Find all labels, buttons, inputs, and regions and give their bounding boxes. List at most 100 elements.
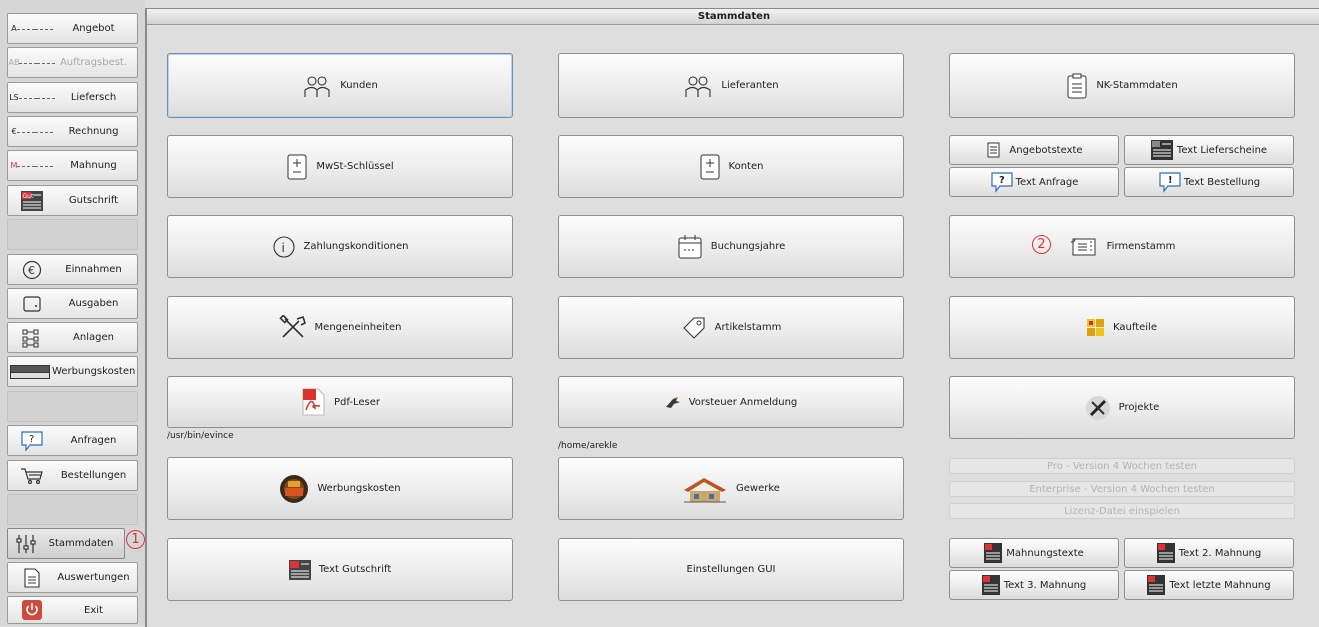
sidebar-item-werbungskosten[interactable]: Werbungskosten <box>7 356 138 387</box>
button-label: Pdf-Leser <box>334 396 380 408</box>
sidebar-item-bestellungen[interactable]: Bestellungen <box>7 460 138 491</box>
sidebar-item-liefersch[interactable]: LS Liefersch <box>7 82 138 113</box>
lieferanten-button[interactable]: Lieferanten <box>558 53 904 118</box>
sidebar-item-gutschrift[interactable]: Gut Gutschrift <box>7 185 138 216</box>
sidebar-item-anlagen[interactable]: Anlagen <box>7 322 138 353</box>
ruler-pencil-icon <box>1085 395 1111 421</box>
mahnung-document-icon <box>981 575 1000 595</box>
vorsteuer-anmeldung-button[interactable]: Vorsteuer Anmeldung <box>558 376 904 428</box>
text-3-mahnung-button[interactable]: Text 3. Mahnung <box>949 570 1119 600</box>
sidebar-item-mahnung[interactable]: M Mahnung <box>7 150 138 181</box>
sidebar-item-label: Liefersch <box>70 92 117 103</box>
annotation-marker-1: 1 <box>126 530 145 549</box>
sidebar-item-label: Stammdaten <box>48 538 114 549</box>
sliders-icon <box>8 534 44 554</box>
mahnung-document-icon <box>1156 543 1175 563</box>
sidebar-item-ausgaben[interactable]: Ausgaben <box>7 288 138 319</box>
annotation-marker-2: 2 <box>1032 235 1051 254</box>
werbungskosten-logo-icon <box>10 364 50 379</box>
button-label: Text Anfrage <box>1015 176 1079 188</box>
plus-minus-document-icon <box>699 154 721 180</box>
text-2-mahnung-button[interactable]: Text 2. Mahnung <box>1124 538 1294 568</box>
vorsteuer-path: /home/arekle <box>558 441 618 451</box>
gutschrift-icon <box>288 559 311 580</box>
button-label: Firmenstamm <box>1106 241 1176 252</box>
mengeneinheiten-button[interactable]: Mengeneinheiten <box>167 296 513 359</box>
button-label: Lizenz-Datei einspielen <box>1064 505 1180 517</box>
sidebar-item-label: Exit <box>84 604 103 616</box>
artikelstamm-button[interactable]: Artikelstamm <box>558 296 904 359</box>
mwst-schluessel-button[interactable]: MwSt-Schlüssel <box>167 135 513 198</box>
kunden-button[interactable]: Kunden <box>167 53 513 118</box>
euro-document-icon: € <box>8 127 56 136</box>
gewerke-button[interactable]: Gewerke <box>558 457 904 520</box>
button-label: Text Gutschrift <box>318 564 392 575</box>
pro-version-button[interactable]: Pro - Version 4 Wochen testen <box>949 458 1295 474</box>
sidebar-item-auswertungen[interactable]: Auswertungen <box>7 562 138 593</box>
wallet-icon <box>8 295 56 313</box>
text-gutschrift-button[interactable]: Text Gutschrift <box>167 538 513 601</box>
button-label: Artikelstamm <box>714 322 782 333</box>
parts-grid-icon <box>1087 318 1105 337</box>
sidebar-item-label: Ausgaben <box>68 298 119 309</box>
mahnungstexte-button[interactable]: Mahnungstexte <box>949 538 1119 568</box>
button-label: Mahnungstexte <box>1006 547 1084 559</box>
mahnung-document-icon <box>1147 575 1166 595</box>
button-label: Angebotstexte <box>1009 144 1083 156</box>
sidebar-item-rechnung[interactable]: € Rechnung <box>7 116 138 147</box>
sidebar-item-label: Anlagen <box>73 332 114 343</box>
svg-text:?: ? <box>29 434 34 445</box>
text-anfrage-button[interactable]: ? Text Anfrage <box>949 167 1119 197</box>
sidebar-item-label: Anfragen <box>70 435 117 446</box>
projekte-button[interactable]: Projekte <box>949 376 1295 439</box>
werbungskosten-button[interactable]: Werbungskosten <box>167 457 513 520</box>
tag-icon <box>681 316 707 340</box>
pdf-leser-button[interactable]: Pdf-Leser <box>167 376 513 428</box>
plus-minus-document-icon <box>286 154 308 180</box>
sidebar-item-anfragen[interactable]: ? Anfragen <box>7 425 138 456</box>
power-icon <box>8 600 56 620</box>
lizenz-datei-button[interactable]: Lizenz-Datei einspielen <box>949 503 1295 519</box>
text-letzte-mahnung-button[interactable]: Text letzte Mahnung <box>1124 570 1294 600</box>
konten-button[interactable]: Konten <box>558 135 904 198</box>
svg-text:?: ? <box>999 175 1005 186</box>
button-label: Lieferanten <box>721 80 779 91</box>
einstellungen-gui-button[interactable]: Einstellungen GUI <box>558 538 904 601</box>
sidebar-item-label: Werbungskosten <box>52 366 136 377</box>
document-icon: AB <box>8 58 56 67</box>
text-lieferscheine-button[interactable]: Text Lieferscheine <box>1124 135 1294 165</box>
suppliers-icon <box>683 73 713 99</box>
sidebar: A Angebot AB Auftragsbest. LS Liefersch … <box>0 0 145 626</box>
angebotstexte-button[interactable]: Angebotstexte <box>949 135 1119 165</box>
pdf-icon <box>300 388 326 416</box>
firmenstamm-button[interactable]: Firmenstamm <box>949 215 1295 278</box>
kaufteile-button[interactable]: Kaufteile <box>949 296 1295 359</box>
sidebar-item-stammdaten[interactable]: Stammdaten <box>7 528 125 559</box>
report-document-icon <box>8 567 56 588</box>
euro-coin-icon: € <box>8 260 56 280</box>
sidebar-item-label: Auswertungen <box>57 572 130 583</box>
button-label: Vorsteuer Anmeldung <box>688 396 798 408</box>
customers-icon <box>302 73 332 99</box>
zahlungskonditionen-button[interactable]: i Zahlungskonditionen <box>167 215 513 278</box>
button-label: Gewerke <box>736 483 780 494</box>
sidebar-item-label: Bestellungen <box>60 470 127 481</box>
enterprise-version-button[interactable]: Enterprise - Version 4 Wochen testen <box>949 481 1295 497</box>
text-bestellung-button[interactable]: ! Text Bestellung <box>1124 167 1294 197</box>
button-label: NK-Stammdaten <box>1096 80 1178 91</box>
sidebar-item-label: Gutschrift <box>68 195 119 206</box>
buchungsjahre-button[interactable]: Buchungsjahre <box>558 215 904 278</box>
sidebar-item-auftragsbest[interactable]: AB Auftragsbest. <box>7 47 138 78</box>
question-bubble-icon: ? <box>8 430 56 452</box>
bird-icon <box>665 395 681 409</box>
svg-text:!: ! <box>1168 175 1173 186</box>
gutschrift-icon: Gut <box>8 190 56 211</box>
button-label: Text Bestellung <box>1183 176 1261 188</box>
sidebar-item-exit[interactable]: Exit <box>7 596 138 624</box>
document-icon: A <box>8 24 56 33</box>
id-card-icon <box>1069 237 1099 257</box>
sidebar-item-angebot[interactable]: A Angebot <box>7 13 138 44</box>
button-label: Mengeneinheiten <box>314 322 402 333</box>
sidebar-item-einnahmen[interactable]: € Einnahmen <box>7 254 138 285</box>
nk-stammdaten-button[interactable]: NK-Stammdaten <box>949 53 1295 118</box>
